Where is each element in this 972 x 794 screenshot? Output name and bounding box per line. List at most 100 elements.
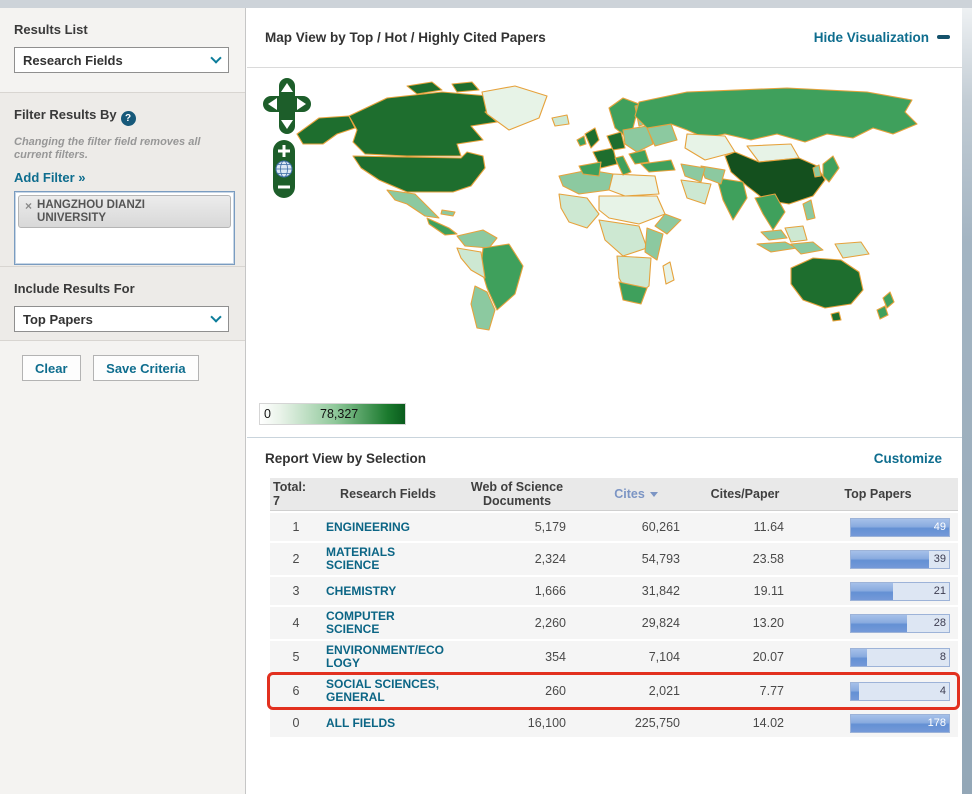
filter-note: Changing the filter field removes all cu… xyxy=(14,136,204,162)
results-list-value: Research Fields xyxy=(23,53,212,68)
row-cites: 225,750 xyxy=(580,716,692,730)
row-cites-per-paper: 19.11 xyxy=(692,584,798,598)
include-results-select[interactable]: Top Papers xyxy=(14,306,229,332)
research-field-link[interactable]: CHEMISTRY xyxy=(326,585,396,598)
row-rank: 0 xyxy=(270,716,322,730)
sidebar: Results List Research Fields Filter Resu… xyxy=(0,8,246,794)
research-field-link[interactable]: MATERIALS SCIENCE xyxy=(326,546,448,572)
top-papers-bar-fill xyxy=(851,683,859,700)
chevron-down-icon xyxy=(210,311,221,322)
row-documents: 260 xyxy=(454,684,580,698)
customize-link[interactable]: Customize xyxy=(874,451,942,466)
row-cites-per-paper: 14.02 xyxy=(692,716,798,730)
main-content: Map View by Top / Hot / Highly Cited Pap… xyxy=(247,8,962,794)
world-choropleth-map[interactable] xyxy=(257,72,962,402)
research-field-link[interactable]: ALL FIELDS xyxy=(326,717,395,730)
top-papers-bar: 178 xyxy=(850,714,950,733)
filter-tag[interactable]: × HANGZHOU DIANZI UNIVERSITY xyxy=(18,195,231,228)
top-papers-bar-fill xyxy=(851,649,867,666)
row-rank: 6 xyxy=(270,684,322,698)
globe-icon xyxy=(276,161,292,177)
row-cites: 29,824 xyxy=(580,616,692,630)
report-panel-header: Report View by Selection Customize xyxy=(247,438,962,478)
map-panel-title: Map View by Top / Hot / Highly Cited Pap… xyxy=(265,30,814,45)
top-papers-value: 39 xyxy=(934,553,946,565)
research-field-link[interactable]: ENVIRONMENT/ECOLOGY xyxy=(326,644,448,670)
top-papers-bar: 39 xyxy=(850,550,950,569)
row-cites-per-paper: 13.20 xyxy=(692,616,798,630)
top-papers-value: 28 xyxy=(934,617,946,629)
table-row: 4 COMPUTER SCIENCE 2,260 29,824 13.20 28 xyxy=(270,607,958,639)
research-field-link[interactable]: ENGINEERING xyxy=(326,521,410,534)
map-region-asia-north xyxy=(635,88,917,162)
map-zoom-control[interactable] xyxy=(273,140,295,198)
top-divider xyxy=(0,0,972,8)
top-papers-bar-fill xyxy=(851,583,893,600)
map-area[interactable]: 0 78,327 xyxy=(247,68,962,438)
row-cites: 54,793 xyxy=(580,552,692,566)
map-region-africa xyxy=(559,170,681,304)
page: Results List Research Fields Filter Resu… xyxy=(0,0,972,794)
filter-heading-label: Filter Results By xyxy=(14,107,117,122)
map-region-asia-east xyxy=(681,152,869,258)
row-documents: 354 xyxy=(454,650,580,664)
top-papers-bar-fill xyxy=(851,615,907,632)
top-papers-value: 49 xyxy=(934,521,946,533)
row-documents: 1,666 xyxy=(454,584,580,598)
row-rank: 4 xyxy=(270,616,322,630)
help-icon[interactable]: ? xyxy=(121,111,136,126)
row-cites-per-paper: 11.64 xyxy=(692,520,798,534)
collapse-minus-icon xyxy=(937,35,950,39)
row-rank: 1 xyxy=(270,520,322,534)
row-cites: 31,842 xyxy=(580,584,692,598)
row-rank: 5 xyxy=(270,650,322,664)
report-panel-title: Report View by Selection xyxy=(265,451,874,466)
table-row: 2 MATERIALS SCIENCE 2,324 54,793 23.58 3… xyxy=(270,543,958,575)
include-results-heading: Include Results For xyxy=(14,281,229,296)
research-field-link[interactable]: COMPUTER SCIENCE xyxy=(326,610,448,636)
top-papers-bar: 28 xyxy=(850,614,950,633)
report-table: Total: 7 Research Fields Web of Science … xyxy=(270,478,958,737)
research-field-link[interactable]: SOCIAL SCIENCES, GENERAL xyxy=(326,678,448,704)
actions-section: Clear Save Criteria xyxy=(0,340,245,794)
column-header-top-papers[interactable]: Top Papers xyxy=(798,485,958,503)
row-rank: 3 xyxy=(270,584,322,598)
column-header-documents[interactable]: Web of Science Documents xyxy=(454,478,580,510)
add-filter-link[interactable]: Add Filter » xyxy=(14,170,86,185)
hide-visualization-label: Hide Visualization xyxy=(814,30,929,45)
top-papers-value: 21 xyxy=(934,585,946,597)
filter-box[interactable]: × HANGZHOU DIANZI UNIVERSITY xyxy=(14,191,235,265)
table-body: 1 ENGINEERING 5,179 60,261 11.64 49 2 MA… xyxy=(270,513,958,737)
hide-visualization-link[interactable]: Hide Visualization xyxy=(814,30,950,45)
row-documents: 2,260 xyxy=(454,616,580,630)
total-label: Total: xyxy=(273,480,322,494)
filter-tag-label: HANGZHOU DIANZI UNIVERSITY xyxy=(37,199,187,224)
top-papers-value: 8 xyxy=(940,651,946,663)
row-cites: 2,021 xyxy=(580,684,692,698)
map-region-south-america xyxy=(457,230,523,330)
clear-button[interactable]: Clear xyxy=(22,355,81,381)
results-list-select[interactable]: Research Fields xyxy=(14,47,229,73)
table-row: 6 SOCIAL SCIENCES, GENERAL 260 2,021 7.7… xyxy=(270,675,958,707)
legend-min-label: 0 xyxy=(264,407,271,421)
remove-filter-icon[interactable]: × xyxy=(25,200,32,212)
column-header-research-fields[interactable]: Research Fields xyxy=(322,485,454,503)
page-scrollbar[interactable] xyxy=(962,8,972,794)
filter-heading: Filter Results By? xyxy=(14,107,229,126)
row-rank: 2 xyxy=(270,552,322,566)
column-header-total: Total: 7 xyxy=(270,480,322,508)
save-criteria-button[interactable]: Save Criteria xyxy=(93,355,199,381)
map-region-north-america xyxy=(297,82,569,235)
row-cites-per-paper: 23.58 xyxy=(692,552,798,566)
map-pan-control[interactable] xyxy=(263,78,311,134)
results-list-section: Results List Research Fields xyxy=(0,8,245,92)
sort-desc-icon xyxy=(650,492,658,497)
row-cites: 7,104 xyxy=(580,650,692,664)
row-cites: 60,261 xyxy=(580,520,692,534)
chevron-down-icon xyxy=(210,52,221,63)
column-header-cites[interactable]: Cites xyxy=(580,485,692,503)
results-list-heading: Results List xyxy=(14,22,229,37)
column-header-cites-per-paper[interactable]: Cites/Paper xyxy=(692,485,798,503)
legend-max-label: 78,327 xyxy=(320,407,358,421)
map-region-oceania xyxy=(791,258,894,321)
